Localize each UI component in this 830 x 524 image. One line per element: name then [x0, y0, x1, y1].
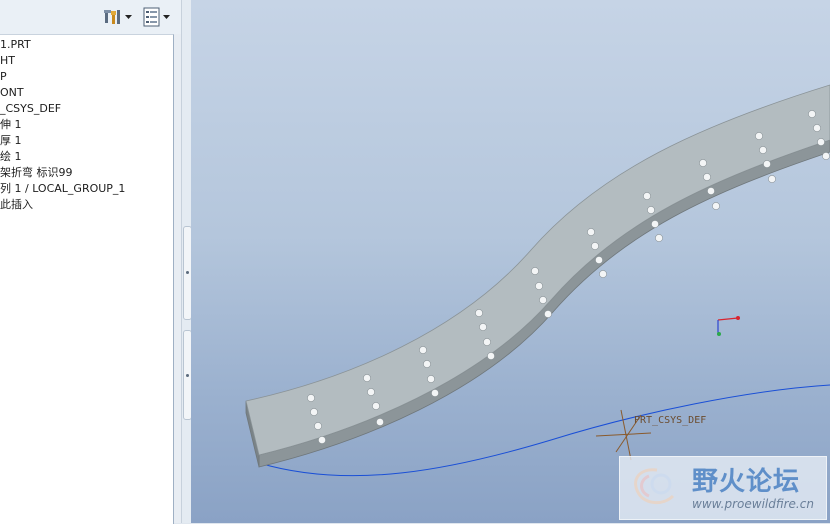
chevron-down-icon [163, 14, 170, 20]
tree-item-flex-bend[interactable]: 架折弯 标识99 [0, 165, 73, 181]
model-tree-panel: 1.PRT HT P ONT _CSYS_DEF 伸 1 厚 1 绘 1 架折弯… [0, 0, 183, 524]
view-triad [717, 316, 740, 336]
tree-item-pattern[interactable]: 列 1 / LOCAL_GROUP_1 [0, 181, 125, 197]
tree-item-front[interactable]: ONT [0, 85, 24, 101]
model-render [245, 84, 830, 504]
forum-watermark: 野火论坛 www.proewildfire.cn [619, 456, 827, 520]
graphics-viewport[interactable]: PRT_CSYS_DEF 野火论坛 www.proewildfire.cn [191, 0, 830, 523]
tree-filter-button[interactable] [143, 6, 170, 28]
chevron-down-icon [125, 14, 132, 20]
settings-tools-icon [103, 7, 123, 27]
tree-settings-button[interactable] [103, 6, 132, 28]
watermark-url: www.proewildfire.cn [692, 497, 814, 511]
model-tree-toolbar [0, 0, 183, 34]
tree-item-right[interactable]: HT [0, 53, 15, 69]
tree-item-insert-here[interactable]: 此插入 [0, 197, 33, 213]
watermark-title: 野火论坛 [692, 467, 801, 497]
tree-item-csys[interactable]: _CSYS_DEF [0, 101, 61, 117]
tree-item-thicken[interactable]: 厚 1 [0, 133, 22, 149]
tree-item-extrude[interactable]: 伸 1 [0, 117, 22, 133]
csys-label: PRT_CSYS_DEF [634, 415, 707, 426]
tree-item-top[interactable]: P [0, 69, 7, 85]
tree-filter-icon [143, 7, 161, 27]
tree-item-sketch[interactable]: 绘 1 [0, 149, 22, 165]
tree-item-part[interactable]: 1.PRT [0, 37, 31, 53]
model-tree: 1.PRT HT P ONT _CSYS_DEF 伸 1 厚 1 绘 1 架折弯… [0, 34, 174, 524]
